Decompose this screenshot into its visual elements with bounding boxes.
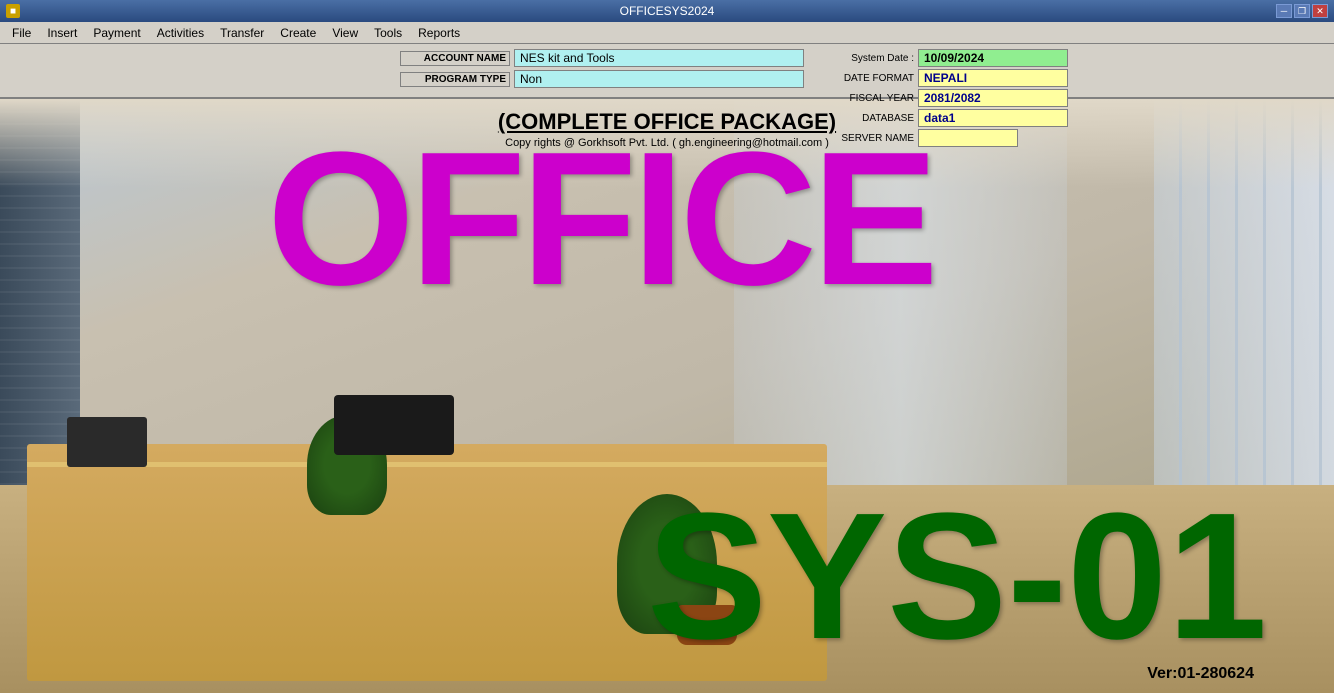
close-button[interactable]: ✕ [1312,4,1328,18]
right-panel: System Date : 10/09/2024 DATE FORMAT NEP… [824,49,1068,147]
account-name-row: ACCOUNT NAME NES kit and Tools [400,49,804,67]
office-text: OFFICE [267,139,934,301]
title-bar: ■ OFFICESYS2024 ─ ❐ ✕ [0,0,1334,22]
menu-transfer[interactable]: Transfer [212,24,272,42]
account-name-label: ACCOUNT NAME [400,51,510,66]
server-name-row: SERVER NAME [824,129,1068,147]
server-name-label: SERVER NAME [824,133,914,144]
fiscal-year-label: FISCAL YEAR [824,93,914,104]
database-value: data1 [918,109,1068,127]
version-text: Ver:01-280624 [1147,665,1254,683]
copyright-text: Copy rights @ Gorkhsoft Pvt. Ltd. ( gh.e… [498,137,836,149]
system-date-value: 10/09/2024 [918,49,1068,67]
main-content: OFFICE SYS-01 (COMPLETE OFFICE PACKAGE) … [0,99,1334,693]
desk-equipment2 [67,417,147,467]
desk-equipment [334,395,454,455]
desk-surface [27,462,827,467]
program-type-row: PROGRAM TYPE Non [400,70,804,88]
database-row: DATABASE data1 [824,109,1068,127]
menu-create[interactable]: Create [272,24,324,42]
menu-activities[interactable]: Activities [149,24,212,42]
left-fields: ACCOUNT NAME NES kit and Tools PROGRAM T… [400,49,804,88]
app-icon: ■ [6,4,20,18]
date-format-value: NEPALI [918,69,1068,87]
system-date-label: System Date : [824,53,914,64]
menu-file[interactable]: File [4,24,39,42]
menu-tools[interactable]: Tools [366,24,410,42]
program-type-label: PROGRAM TYPE [400,72,510,87]
date-format-label: DATE FORMAT [824,73,914,84]
minimize-button[interactable]: ─ [1276,4,1292,18]
server-name-value [918,129,1018,147]
window-title: OFFICESYS2024 [620,4,715,18]
date-format-row: DATE FORMAT NEPALI [824,69,1068,87]
menu-bar: File Insert Payment Activities Transfer … [0,22,1334,44]
menu-reports[interactable]: Reports [410,24,468,42]
system-date-row: System Date : 10/09/2024 [824,49,1068,67]
package-title: (COMPLETE OFFICE PACKAGE) [498,109,836,135]
window-controls: ─ ❐ ✕ [1276,4,1328,18]
program-type-value: Non [514,70,804,88]
menu-payment[interactable]: Payment [85,24,148,42]
database-label: DATABASE [824,113,914,124]
menu-insert[interactable]: Insert [39,24,85,42]
sys01-text: SYS-01 [647,500,1267,653]
fiscal-year-value: 2081/2082 [918,89,1068,107]
fiscal-year-row: FISCAL YEAR 2081/2082 [824,89,1068,107]
info-bar: ACCOUNT NAME NES kit and Tools PROGRAM T… [0,44,1334,99]
overlay-package: (COMPLETE OFFICE PACKAGE) Copy rights @ … [498,109,836,149]
restore-button[interactable]: ❐ [1294,4,1310,18]
account-name-value: NES kit and Tools [514,49,804,67]
menu-view[interactable]: View [324,24,366,42]
